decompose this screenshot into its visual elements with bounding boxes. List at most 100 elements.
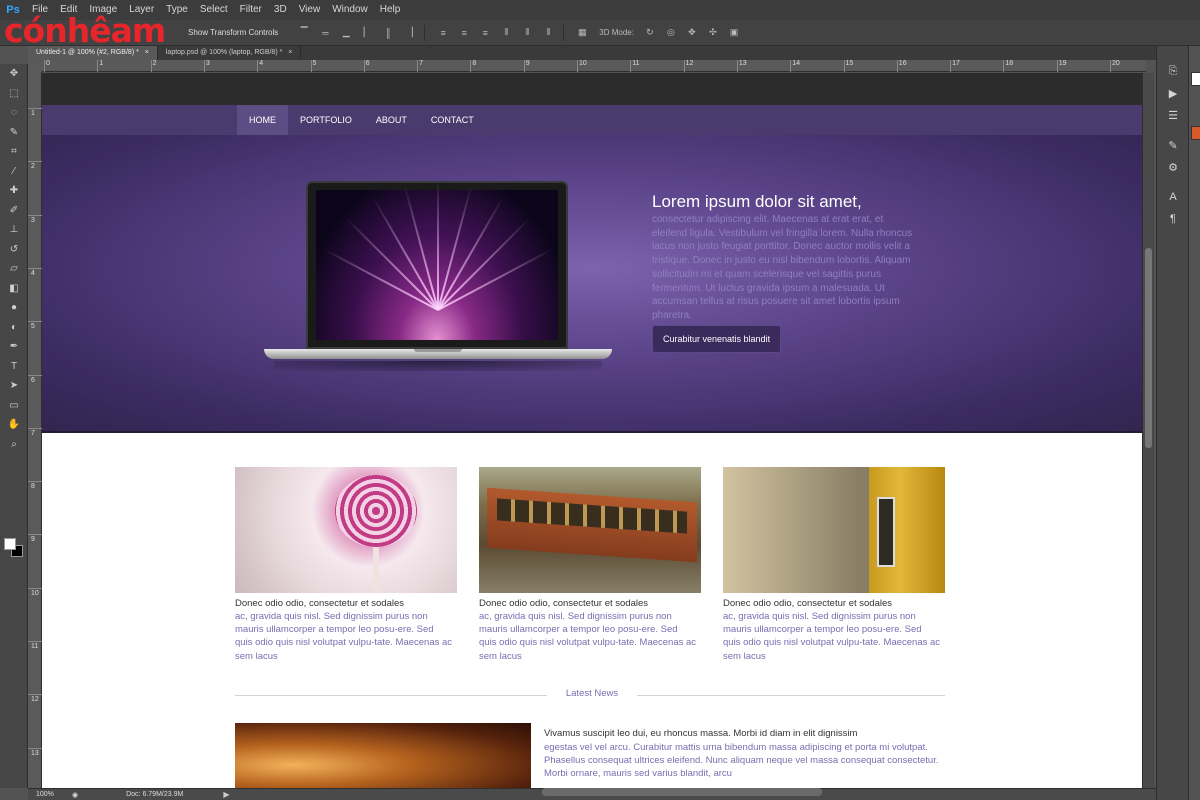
document-canvas[interactable]: HOME PORTFOLIO ABOUT CONTACT Lorem ipsum…	[42, 73, 1142, 788]
menu-view[interactable]: View	[293, 0, 327, 20]
color-swatch[interactable]	[1191, 72, 1200, 86]
ruler-label: 13	[738, 60, 747, 67]
clone-stamp-icon[interactable]: ⊥	[0, 220, 28, 240]
card-image-lollipop	[235, 467, 457, 593]
quick-select-icon[interactable]: ✎	[0, 123, 28, 143]
nav-home[interactable]: HOME	[237, 105, 288, 135]
distribute-bottom-icon[interactable]: ≡	[476, 25, 494, 41]
distribute-right-icon[interactable]: ⫴	[539, 25, 557, 41]
horizontal-scroll-thumb[interactable]	[542, 788, 822, 796]
lasso-icon[interactable]: ◌	[0, 103, 28, 123]
ruler-label: 5	[31, 323, 35, 331]
ruler-tick	[28, 587, 42, 589]
3d-scale-icon[interactable]: ▣	[725, 25, 743, 41]
ruler-label: 9	[525, 60, 530, 67]
ruler-label: 7	[419, 60, 423, 67]
adjustments-icon[interactable]: ☰	[1157, 104, 1189, 126]
healing-brush-icon[interactable]: ✚	[0, 181, 28, 201]
menu-window[interactable]: Window	[326, 0, 374, 20]
hero-cta-button[interactable]: Curabitur venenatis blandit	[652, 325, 782, 353]
ruler-label: 10	[31, 589, 39, 597]
status-menu-icon[interactable]: ▶	[223, 790, 229, 799]
laptop-screen	[306, 180, 568, 349]
align-right-icon[interactable]: ▕	[400, 25, 418, 41]
type-icon[interactable]: T	[0, 357, 28, 377]
ruler-label: 16	[898, 60, 907, 67]
properties-icon[interactable]: ⚙	[1157, 156, 1189, 178]
foreground-color-swatch[interactable]	[4, 538, 16, 550]
card-image-street	[723, 467, 945, 593]
nav-portfolio[interactable]: PORTFOLIO	[288, 105, 364, 135]
tab-label: Untitled-1 @ 100% (#2, RGB/8) *	[36, 49, 139, 56]
menu-filter[interactable]: Filter	[234, 0, 268, 20]
3d-roll-icon[interactable]: ◎	[662, 25, 680, 41]
document-info-icon[interactable]: ◉	[72, 791, 78, 799]
gradient-icon[interactable]: ◧	[0, 279, 28, 299]
card-title: Donec odio odio, consectetur et sodales	[723, 598, 892, 609]
align-left-icon[interactable]: ▏	[358, 25, 376, 41]
crop-icon[interactable]: ⌗	[0, 142, 28, 162]
distribute-middle-icon[interactable]: ≡	[455, 25, 473, 41]
3d-slide-icon[interactable]: ✣	[704, 25, 722, 41]
site-nav-bar: HOME PORTFOLIO ABOUT CONTACT	[42, 105, 1142, 135]
menu-help[interactable]: Help	[374, 0, 407, 20]
tab-laptop-psd[interactable]: laptop.psd @ 100% (laptop, RGB/8) * ×	[158, 46, 302, 60]
zoom-level[interactable]: 100%	[36, 791, 72, 798]
horizontal-ruler[interactable]: 01234567891011121314151617181920212223	[42, 60, 1173, 72]
path-select-icon[interactable]: ➤	[0, 376, 28, 396]
history-brush-icon[interactable]: ↺	[0, 240, 28, 260]
distribute-top-icon[interactable]: ≡	[434, 25, 452, 41]
3d-rotate-icon[interactable]: ↻	[641, 25, 659, 41]
close-icon[interactable]: ×	[145, 49, 149, 56]
ruler-origin[interactable]	[28, 60, 42, 72]
align-middle-icon[interactable]: ═	[316, 25, 334, 41]
tools-panel: ✥ ⬚ ◌ ✎ ⌗ ⁄ ✚ ✐ ⊥ ↺ ▱ ◧ ● ◐ ✒ T ➤ ▭ ✋ ⌕	[0, 64, 28, 788]
vertical-scroll-thumb[interactable]	[1145, 248, 1152, 448]
ruler-tick	[28, 694, 42, 696]
pen-icon[interactable]: ✒	[0, 337, 28, 357]
history-icon[interactable]: ⎘	[1157, 60, 1189, 82]
card-title: Donec odio odio, consectetur et sodales	[479, 598, 648, 609]
vertical-scrollbar[interactable]	[1142, 73, 1154, 788]
hand-icon[interactable]: ✋	[0, 415, 28, 435]
menu-3d[interactable]: 3D	[268, 0, 293, 20]
distribute-left-icon[interactable]: ⫴	[497, 25, 515, 41]
close-icon[interactable]: ×	[288, 49, 292, 56]
3d-mode-label: 3D Mode:	[599, 28, 634, 37]
distribute-center-icon[interactable]: ⫴	[518, 25, 536, 41]
tab-untitled-1[interactable]: Untitled-1 @ 100% (#2, RGB/8) * ×	[28, 46, 158, 60]
vertical-ruler[interactable]: 1 2 3 4 5 6 7 8 9 10 11 12 13	[28, 72, 42, 788]
blur-icon[interactable]: ●	[0, 298, 28, 318]
marquee-icon[interactable]: ⬚	[0, 84, 28, 104]
shape-icon[interactable]: ▭	[0, 396, 28, 416]
character-icon[interactable]: A	[1157, 186, 1189, 208]
show-transform-controls-checkbox[interactable]: Show Transform Controls	[188, 28, 278, 37]
laptop-notch	[414, 349, 462, 352]
ruler-label: 13	[31, 749, 39, 757]
align-top-icon[interactable]: ▔	[295, 25, 313, 41]
ruler-label: 7	[31, 429, 35, 437]
zoom-icon[interactable]: ⌕	[0, 435, 28, 455]
color-swatch[interactable]	[1191, 126, 1200, 140]
ruler-tick	[28, 267, 42, 269]
card-body: ac, gravida quis nisl. Sed dignissim pur…	[723, 611, 941, 662]
play-icon[interactable]: ▶	[1157, 82, 1189, 104]
dodge-icon[interactable]: ◐	[0, 318, 28, 338]
paragraph-icon[interactable]: ¶	[1157, 208, 1189, 230]
3d-drag-icon[interactable]: ✥	[683, 25, 701, 41]
eraser-icon[interactable]: ▱	[0, 259, 28, 279]
menu-select[interactable]: Select	[194, 0, 234, 20]
move-icon[interactable]: ✥	[0, 64, 28, 84]
ruler-label: 4	[31, 269, 35, 277]
align-bottom-icon[interactable]: ▁	[337, 25, 355, 41]
nav-about[interactable]: ABOUT	[364, 105, 419, 135]
ruler-label: 1	[31, 110, 35, 117]
brush-icon[interactable]: ✐	[0, 201, 28, 221]
brush-preset-icon[interactable]: ✎	[1157, 134, 1189, 156]
eyedropper-icon[interactable]: ⁄	[0, 162, 28, 182]
align-center-icon[interactable]: ║	[379, 25, 397, 41]
nav-contact[interactable]: CONTACT	[419, 105, 486, 135]
auto-align-icon[interactable]: ▦	[573, 25, 591, 41]
document-tab-bar: Untitled-1 @ 100% (#2, RGB/8) * × laptop…	[28, 46, 1156, 60]
mailbox-plate	[877, 497, 895, 567]
